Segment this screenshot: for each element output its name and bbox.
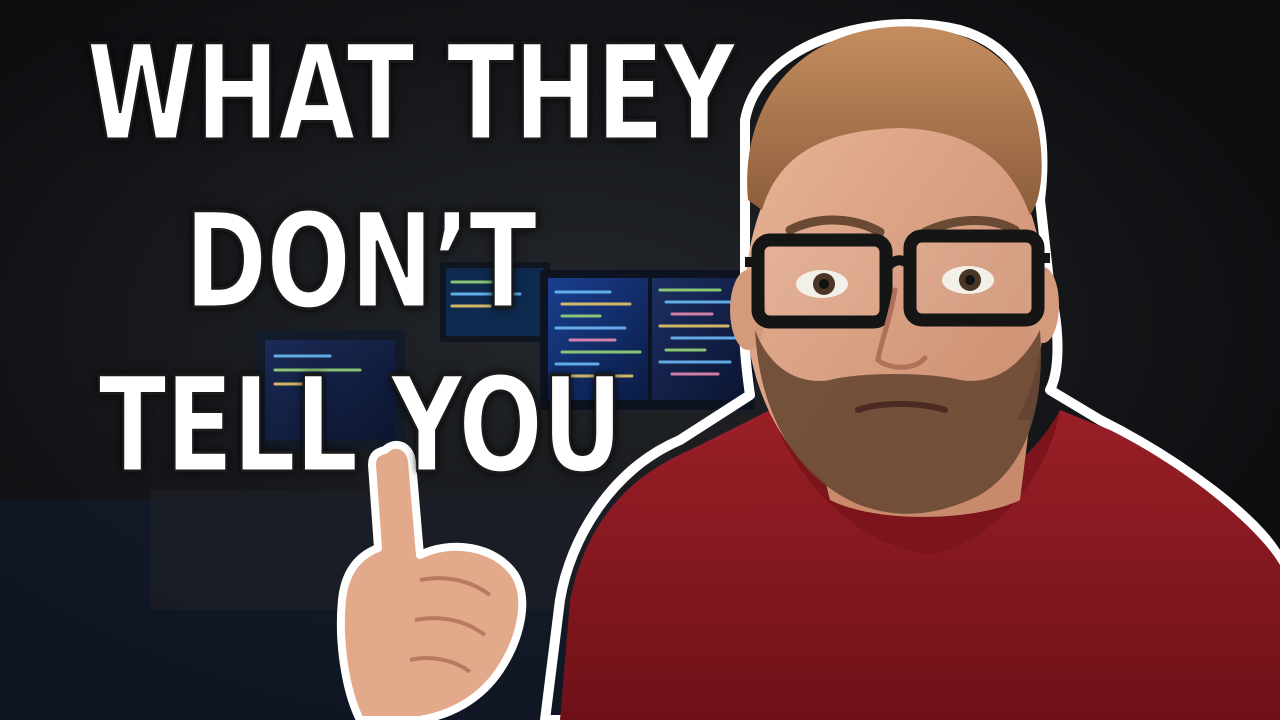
title-line-1: WHAT THEY [85, 17, 737, 171]
title-line-2: DON’T [183, 185, 538, 339]
thumbnail-scene: WHAT THEY DON’T TELL YOU [0, 0, 1280, 720]
title-line-3: TELL YOU [97, 349, 624, 503]
thumbnail-title: WHAT THEY DON’T TELL YOU [0, 0, 737, 520]
